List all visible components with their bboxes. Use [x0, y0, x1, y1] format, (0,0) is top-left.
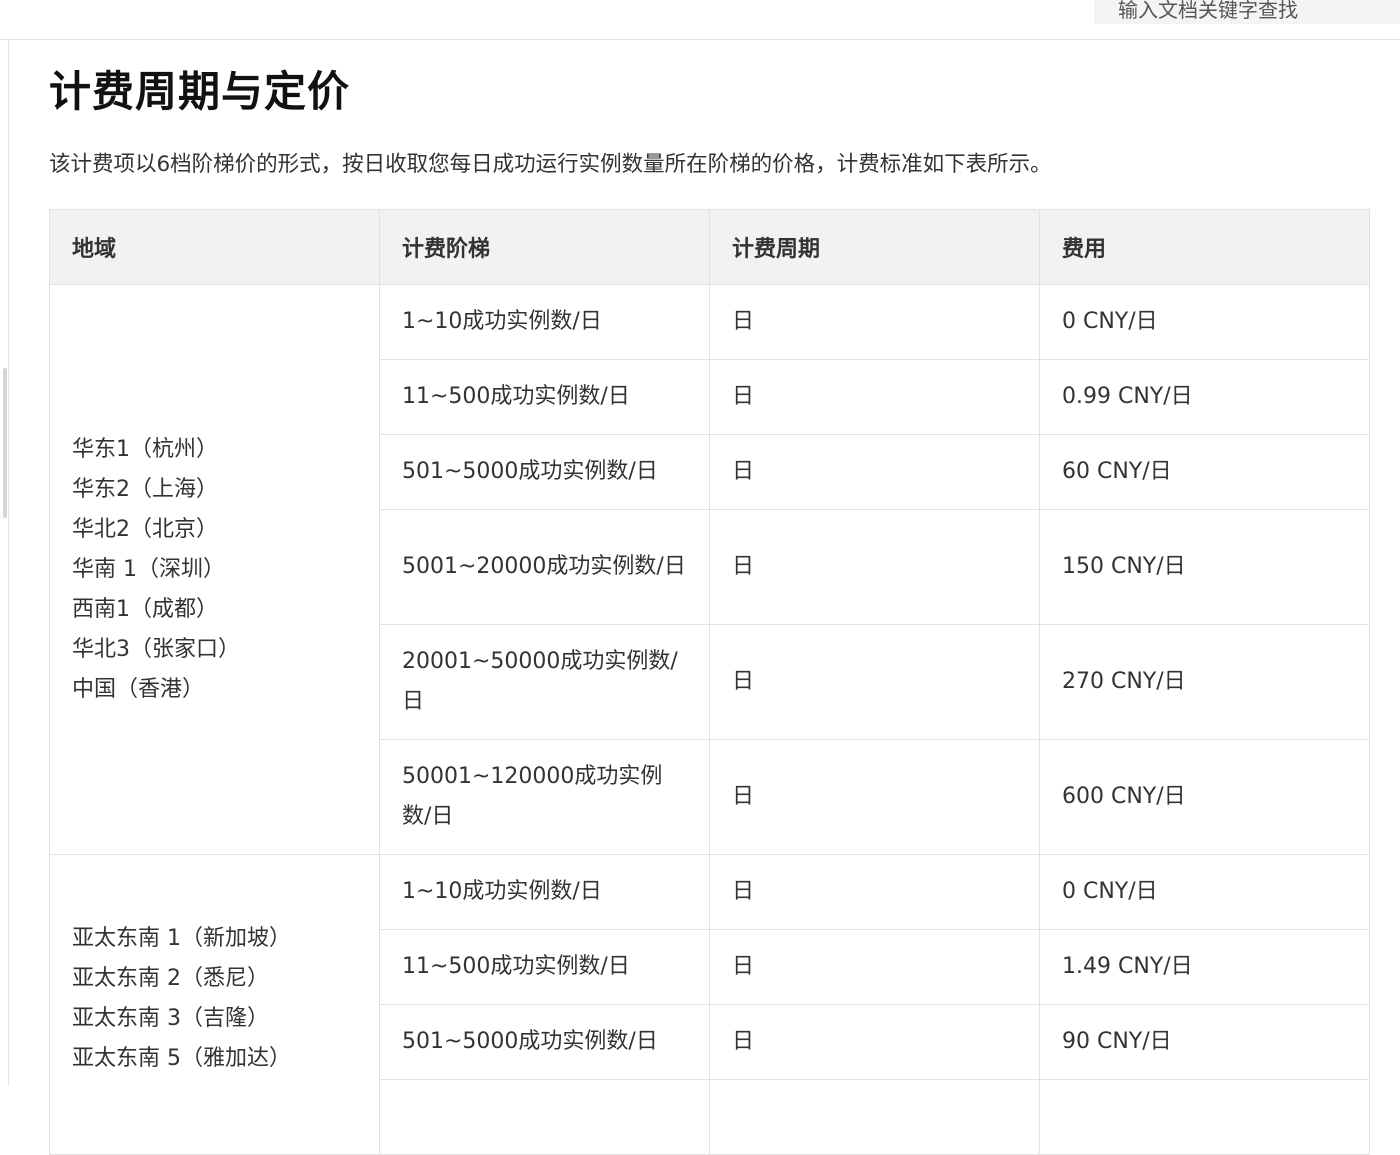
period-cell: 日 [709, 284, 1040, 360]
tier-cell: 11~500成功实例数/日 [379, 929, 710, 1005]
region-label: 华东2（上海） [72, 476, 218, 502]
period-cell: 日 [709, 434, 1040, 510]
tier-cell: 5001~20000成功实例数/日 [379, 509, 710, 625]
period-cell: 日 [709, 624, 1040, 740]
region-cell: 亚太东南 1（新加坡） 亚太东南 2（悉尼） 亚太东南 3（吉隆） 亚太东南 5… [49, 854, 380, 1155]
fee-cell: 150 CNY/日 [1039, 509, 1370, 625]
tier-cell: 1~10成功实例数/日 [379, 284, 710, 360]
region-label: 华南 1（深圳） [72, 556, 225, 582]
period-cell: 日 [709, 1004, 1040, 1080]
tier-cell: 501~5000成功实例数/日 [379, 1004, 710, 1080]
table-row: 亚太东南 1（新加坡） 亚太东南 2（悉尼） 亚太东南 3（吉隆） 亚太东南 5… [49, 854, 1370, 1155]
tier-cell: 1~10成功实例数/日 [379, 854, 710, 930]
doc-search-box[interactable] [1094, 0, 1400, 24]
tier-cell: 501~5000成功实例数/日 [379, 434, 710, 510]
tier-cell: 50001~120000成功实例数/日 [379, 739, 710, 855]
region-label: 亚太东南 1（新加坡） [72, 926, 291, 951]
fee-cell: 1.49 CNY/日 [1039, 929, 1370, 1005]
period-cell [709, 1079, 1040, 1155]
period-cell: 日 [709, 929, 1040, 1005]
page-title: 计费周期与定价 [49, 67, 351, 116]
region-label: 华北2（北京） [72, 516, 218, 542]
tier-cell [379, 1079, 710, 1155]
intro-text: 该计费项以6档阶梯价的形式，按日收取您每日成功运行实例数量所在阶梯的价格，计费标… [49, 152, 1052, 177]
region-cell: 华东1（杭州） 华东2（上海） 华北2（北京） 华南 1（深圳） 西南1（成都）… [49, 284, 380, 855]
table-header-row: 地域 计费阶梯 计费周期 费用 [49, 209, 1370, 285]
fee-cell: 90 CNY/日 [1039, 1004, 1370, 1080]
region-label: 西南1（成都） [72, 596, 218, 622]
period-cell: 日 [709, 739, 1040, 855]
region-label: 华北3（张家口） [72, 636, 240, 662]
fee-cell: 0 CNY/日 [1039, 854, 1370, 930]
region-label: 亚太东南 2（悉尼） [72, 966, 269, 991]
fee-cell: 0 CNY/日 [1039, 284, 1370, 360]
fee-cell: 270 CNY/日 [1039, 624, 1370, 740]
table-row: 华东1（杭州） 华东2（上海） 华北2（北京） 华南 1（深圳） 西南1（成都）… [49, 284, 1370, 855]
scrollbar-thumb[interactable] [3, 368, 7, 518]
region-label: 华东1（杭州） [72, 436, 218, 462]
search-input[interactable] [1094, 0, 1400, 24]
pricing-table: 地域 计费阶梯 计费周期 费用 华东1（杭州） 华东2（上海） 华北2（北京） … [49, 209, 1370, 1155]
top-bar [0, 0, 1400, 40]
column-header-period: 计费周期 [709, 209, 1040, 285]
tier-cell: 11~500成功实例数/日 [379, 359, 710, 435]
column-header-fee: 费用 [1039, 209, 1370, 285]
fee-cell [1039, 1079, 1370, 1155]
period-cell: 日 [709, 509, 1040, 625]
fee-cell: 600 CNY/日 [1039, 739, 1370, 855]
column-header-region: 地域 [49, 209, 380, 285]
period-cell: 日 [709, 854, 1040, 930]
period-cell: 日 [709, 359, 1040, 435]
tier-cell: 20001~50000成功实例数/日 [379, 624, 710, 740]
region-label: 亚太东南 5（雅加达） [72, 1046, 291, 1071]
fee-cell: 60 CNY/日 [1039, 434, 1370, 510]
left-divider [8, 40, 9, 1086]
region-label: 亚太东南 3（吉隆） [72, 1006, 269, 1031]
fee-cell: 0.99 CNY/日 [1039, 359, 1370, 435]
region-label: 中国（香港） [72, 676, 205, 702]
column-header-tier: 计费阶梯 [379, 209, 710, 285]
